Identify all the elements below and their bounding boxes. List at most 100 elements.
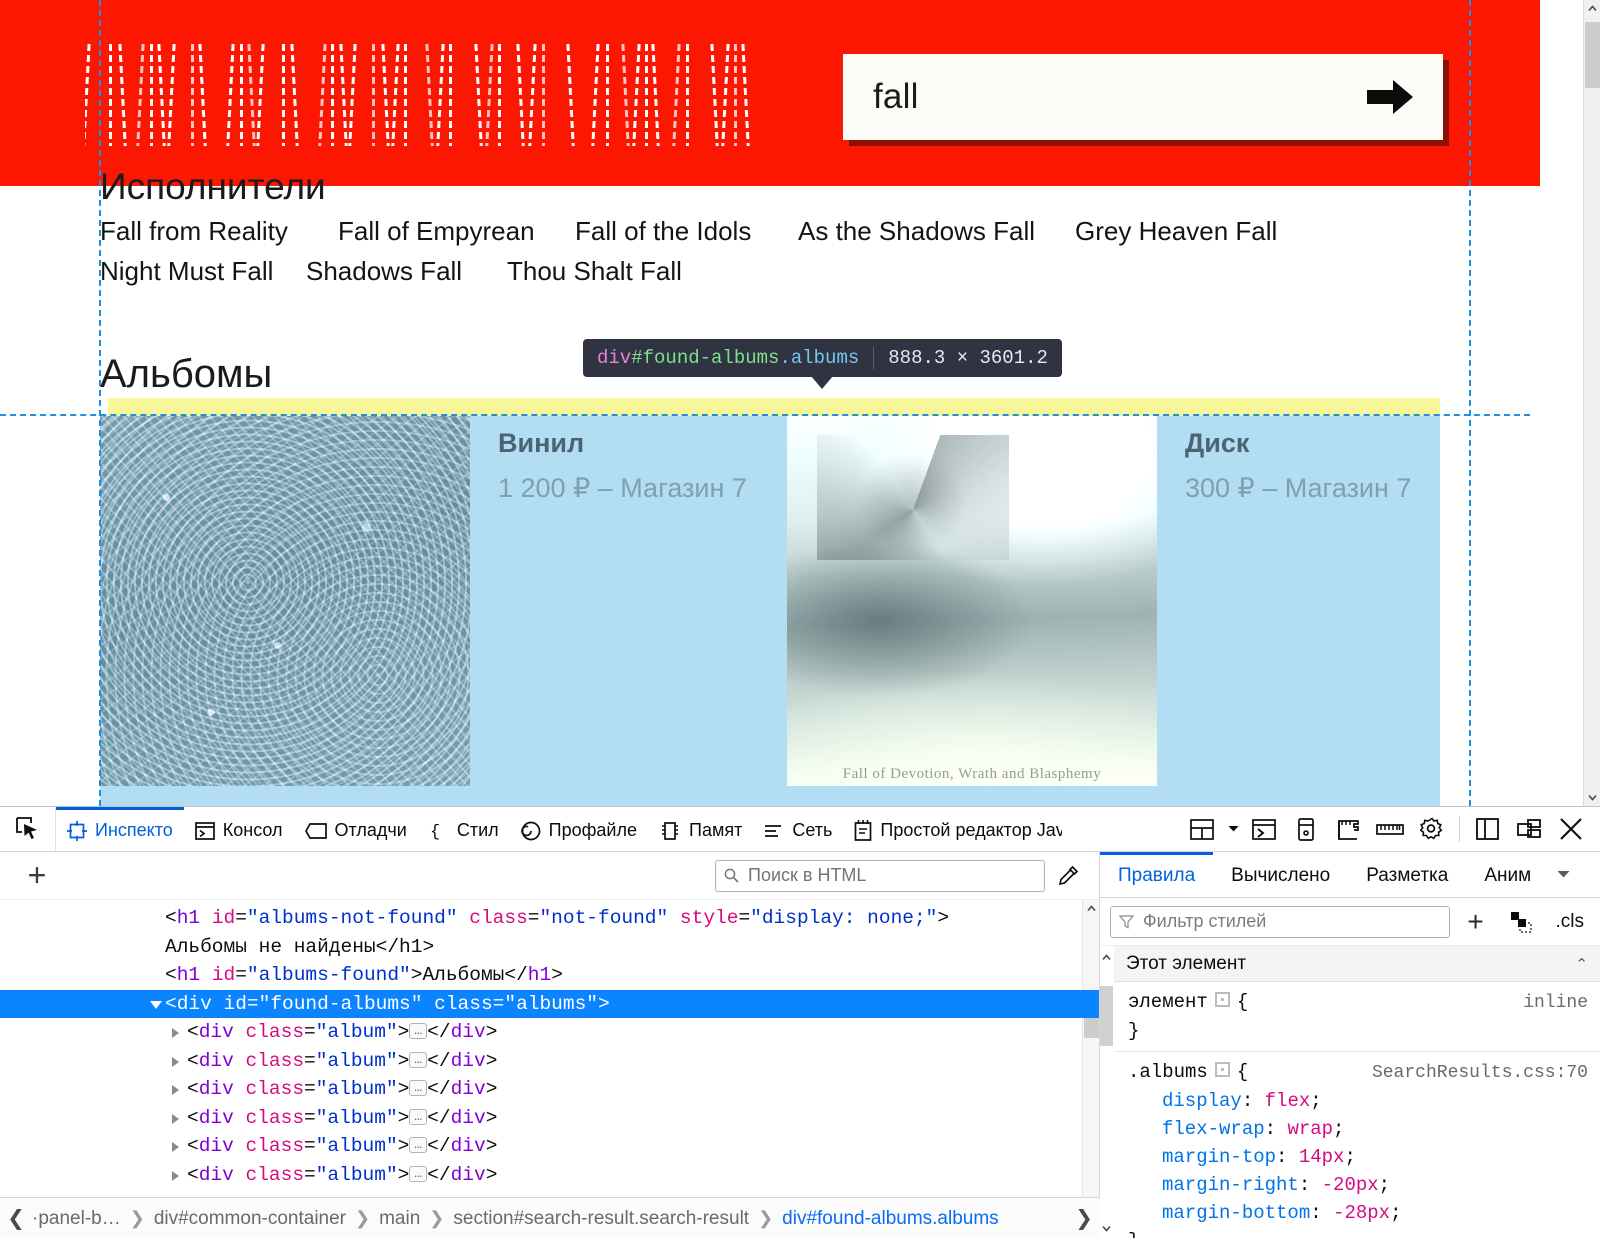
dom-node[interactable]: <div class="album">… </div> (0, 1075, 1099, 1104)
twisty-collapsed-icon[interactable] (172, 1113, 179, 1124)
twisty-collapsed-icon[interactable] (172, 1170, 179, 1181)
measure-tool-icon[interactable] (1327, 807, 1369, 851)
breadcrumb-item[interactable]: ·panel-b… (32, 1208, 121, 1230)
search-input[interactable] (873, 77, 1365, 117)
css-property[interactable]: display (1162, 1090, 1242, 1112)
styles-tab-2[interactable]: Вычислено (1213, 852, 1348, 897)
scroll-thumb[interactable] (1100, 986, 1113, 1046)
dom-node[interactable]: <div class="album">… </div> (0, 1161, 1099, 1190)
artist-link[interactable]: Thou Shalt Fall (507, 256, 682, 287)
styles-tab-1[interactable]: Правила (1100, 852, 1214, 897)
eyedropper-icon[interactable] (1045, 854, 1091, 898)
twisty-expanded-icon[interactable] (150, 1000, 162, 1009)
css-source-link[interactable]: inline (1523, 989, 1588, 1017)
html-search-box[interactable] (715, 859, 1045, 892)
devtools-tab-2[interactable]: Консол (184, 807, 294, 851)
chevron-down-icon[interactable] (1549, 852, 1577, 897)
add-rule-button[interactable]: + (1456, 900, 1496, 944)
chevron-right-icon[interactable]: ❯ (1068, 1206, 1100, 1231)
breadcrumb-item[interactable]: section#search-result.search-result (453, 1208, 749, 1230)
css-value[interactable]: -28px (1333, 1202, 1390, 1224)
css-selector[interactable]: элемент (1128, 988, 1208, 1016)
artist-link[interactable]: Grey Heaven Fall (1075, 216, 1277, 247)
collapsed-children-icon[interactable]: … (409, 1023, 428, 1039)
artist-link[interactable]: Fall from Reality (100, 216, 338, 247)
separate-window-icon[interactable] (1508, 807, 1550, 851)
css-property[interactable]: flex-wrap (1162, 1118, 1265, 1140)
dom-tree[interactable]: <h1 id="albums-not-found" class="not-fou… (0, 900, 1099, 1238)
css-declaration[interactable]: margin-top: 14px; (1128, 1143, 1588, 1171)
dom-node[interactable]: <div class="album">… </div> (0, 1104, 1099, 1133)
chevron-up-icon[interactable]: ⌃ (1575, 955, 1588, 973)
arrow-right-icon[interactable] (1365, 76, 1415, 118)
devtools-tab-4[interactable]: { } Стил (418, 807, 510, 851)
chevron-left-icon[interactable]: ❮ (0, 1206, 32, 1231)
layout-badge-icon[interactable] (1214, 992, 1230, 1007)
breadcrumb-item[interactable]: main (379, 1208, 420, 1230)
css-value[interactable]: flex (1265, 1090, 1311, 1112)
album-card[interactable]: Fall of Devotion, Wrath and Blasphemy Ди… (787, 416, 1437, 806)
devtools-tab-8[interactable]: Простой редактор JavaS (843, 807, 1073, 851)
breadcrumb-item[interactable]: div#found-albums.albums (782, 1208, 999, 1230)
rules-section-header[interactable]: Этот элемент ⌃ (1114, 946, 1600, 982)
collapsed-children-icon[interactable]: … (409, 1165, 428, 1182)
breadcrumb-item[interactable]: div#common-container (154, 1208, 346, 1230)
css-declaration[interactable]: margin-right: -20px; (1128, 1171, 1588, 1199)
page-scrollbar[interactable] (1583, 0, 1600, 806)
split-console-icon[interactable] (1243, 807, 1285, 851)
collapsed-children-icon[interactable]: … (409, 1080, 428, 1096)
css-property[interactable]: margin-bottom (1162, 1202, 1310, 1224)
css-declaration[interactable]: display: flex; (1128, 1087, 1588, 1115)
style-filter-box[interactable] (1110, 905, 1450, 938)
artist-link[interactable]: Fall of the Idols (575, 216, 798, 247)
css-declaration[interactable]: flex-wrap: wrap; (1128, 1115, 1588, 1143)
css-property[interactable]: margin-right (1162, 1174, 1299, 1196)
css-value[interactable]: 14px (1299, 1146, 1345, 1168)
style-filter-input[interactable] (1141, 910, 1441, 933)
styles-tab-4[interactable]: Аним (1466, 852, 1549, 897)
twisty-collapsed-icon[interactable] (172, 1056, 179, 1067)
artist-link[interactable]: Shadows Fall (306, 256, 507, 287)
css-source-link[interactable]: SearchResults.css:70 (1372, 1059, 1588, 1087)
devtools-tab-3[interactable]: Отладчи (294, 807, 418, 851)
dom-node[interactable]: <div class="album">… </div> (0, 1018, 1099, 1047)
collapsed-children-icon[interactable]: … (409, 1108, 428, 1125)
dock-side-icon[interactable] (1466, 807, 1508, 851)
chevron-down-icon[interactable] (1223, 807, 1243, 851)
album-card[interactable]: Винил 1 200 ₽ – Магазин 7 (100, 416, 790, 806)
devtools-tab-6[interactable]: Памят (648, 807, 753, 851)
search-box[interactable] (843, 54, 1443, 140)
dom-node[interactable]: <h1 id="albums-found">Альбомы</h1> (0, 961, 1099, 990)
artist-link[interactable]: As the Shadows Fall (798, 216, 1075, 247)
devtools-tab-1[interactable]: Инспекто (56, 807, 184, 851)
device-icon[interactable] (1285, 807, 1327, 851)
pseudo-class-icon[interactable] (1502, 900, 1542, 944)
artist-link[interactable]: Fall of Empyrean (338, 216, 575, 247)
add-node-button[interactable]: + (8, 853, 66, 899)
dom-node[interactable]: <div class="album">… </div> (0, 1132, 1099, 1161)
rules-scrollbar[interactable] (1100, 946, 1113, 1238)
collapsed-children-icon[interactable]: … (409, 1137, 428, 1153)
gear-icon[interactable] (1411, 807, 1453, 851)
cls-button[interactable]: .cls (1548, 911, 1593, 933)
scroll-thumb[interactable] (1585, 22, 1600, 88)
responsive-design-icon[interactable] (1181, 807, 1223, 851)
close-icon[interactable] (1550, 807, 1592, 851)
scroll-down-button[interactable] (1100, 1217, 1113, 1238)
devtools-tab-5[interactable]: Профайле (510, 807, 648, 851)
html-search-input[interactable] (746, 864, 1036, 887)
devtools-tab-7[interactable]: Сеть (753, 807, 843, 851)
css-declaration[interactable]: margin-bottom: -28px; (1128, 1199, 1588, 1227)
collapsed-children-icon[interactable]: … (409, 1051, 428, 1068)
twisty-collapsed-icon[interactable] (172, 1028, 179, 1038)
css-value[interactable]: -20px (1322, 1174, 1379, 1196)
artist-link[interactable]: Night Must Fall (100, 256, 306, 287)
dom-node-selected[interactable]: <div id="found-albums" class="albums"> (0, 989, 1099, 1018)
ruler-icon[interactable] (1369, 807, 1411, 851)
twisty-collapsed-icon[interactable] (172, 1085, 179, 1095)
dom-node[interactable]: <div class="album">… </div> (0, 1047, 1099, 1076)
css-value[interactable]: wrap (1287, 1118, 1333, 1140)
scroll-up-button[interactable] (1584, 0, 1600, 17)
scroll-up-button[interactable] (1100, 946, 1113, 968)
layout-badge-icon[interactable] (1214, 1062, 1230, 1077)
